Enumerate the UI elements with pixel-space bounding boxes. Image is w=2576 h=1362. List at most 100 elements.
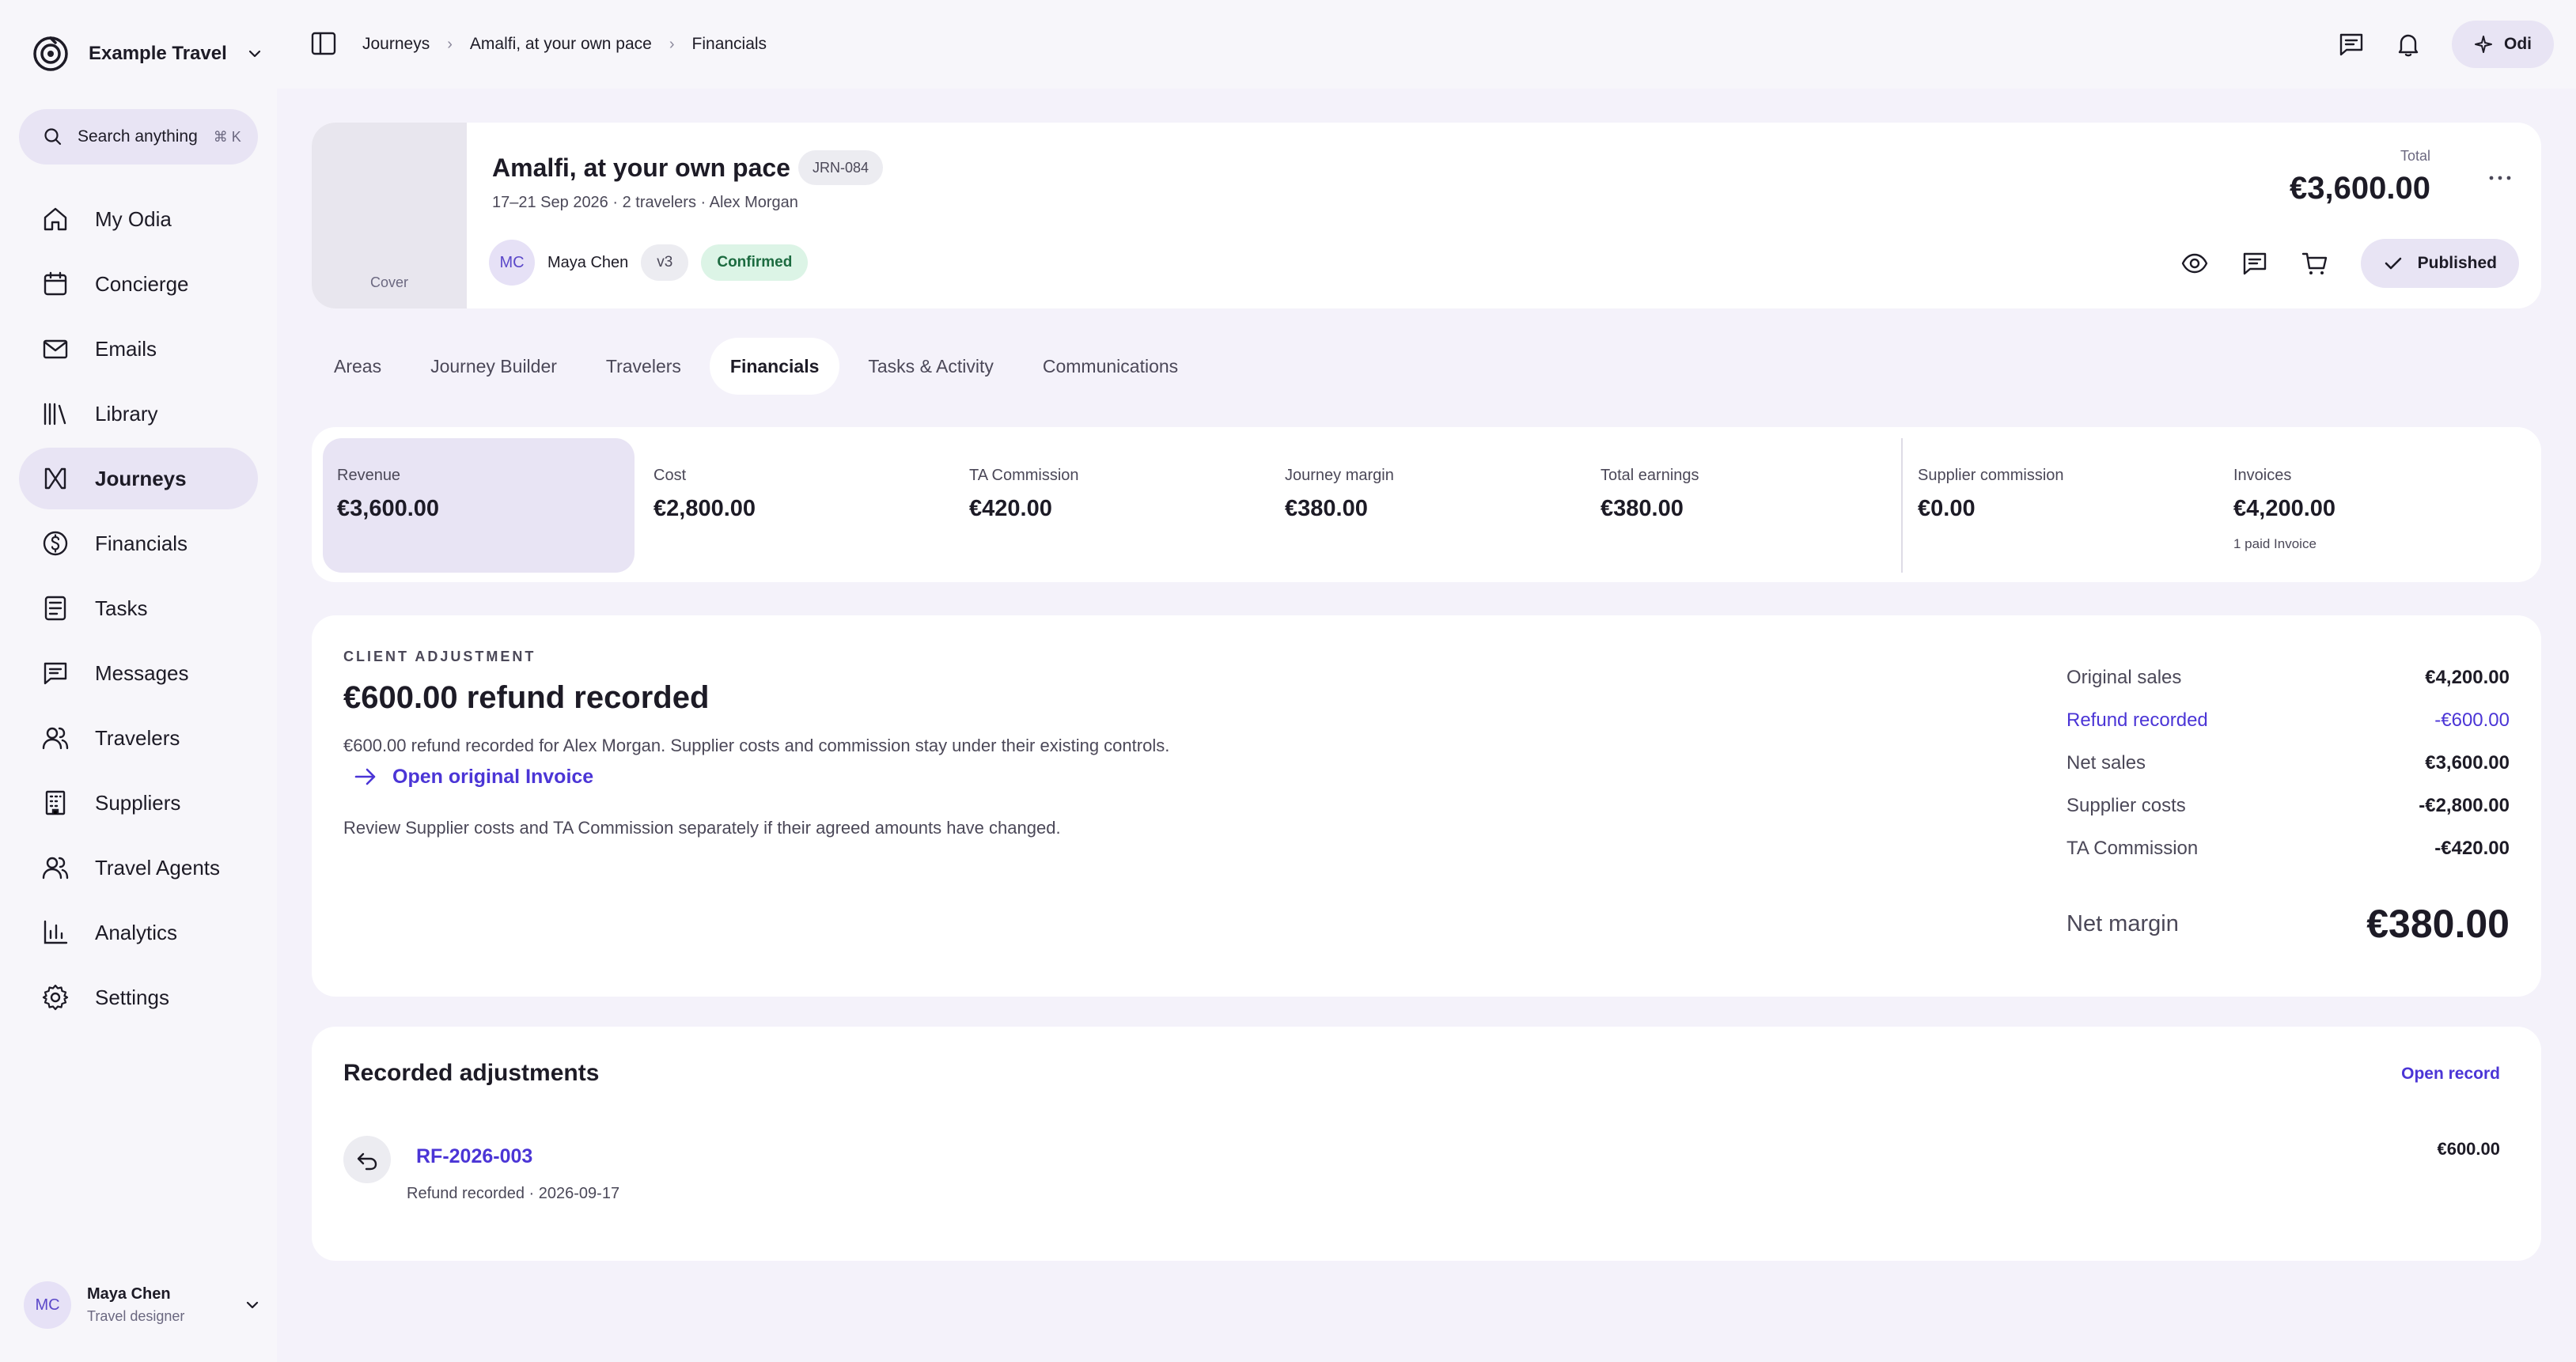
chevron-down-icon <box>248 50 260 58</box>
bell-icon[interactable] <box>2395 31 2422 58</box>
user-menu[interactable]: MC Maya Chen Travel designer <box>24 1277 261 1333</box>
record-meta: Refund recorded · 2026-09-17 <box>407 1185 620 1202</box>
summary-value: -€600.00 <box>2434 709 2510 731</box>
eye-icon[interactable] <box>2180 249 2209 278</box>
total-block: Total €3,600.00 <box>2290 148 2430 206</box>
record-amount: €600.00 <box>2437 1139 2500 1159</box>
summary-value: -€2,800.00 <box>2419 795 2510 816</box>
section-title: Recorded adjustments <box>343 1060 600 1086</box>
sidebar-toggle-icon[interactable] <box>310 30 337 57</box>
more-options-icon[interactable] <box>2484 168 2516 187</box>
sidebar-nav: My Odia Concierge Emails Library Journey… <box>19 188 258 1031</box>
journey-tabs: Areas Journey Builder Travelers Financia… <box>313 338 1207 395</box>
metric-total-earnings[interactable]: Total earnings €380.00 <box>1586 438 1898 573</box>
metric-journey-margin[interactable]: Journey margin €380.00 <box>1271 438 1582 573</box>
summary-row-ta-commission: TA Commission -€420.00 <box>2066 827 2510 870</box>
total-value: €3,600.00 <box>2290 171 2430 206</box>
tab-journey-builder[interactable]: Journey Builder <box>410 338 578 395</box>
summary-row-net-sales: Net sales €3,600.00 <box>2066 742 2510 785</box>
sidebar-item-suppliers[interactable]: Suppliers <box>19 772 258 834</box>
summary-row-refund-recorded: Refund recorded -€600.00 <box>2066 699 2510 742</box>
tab-financials[interactable]: Financials <box>709 338 840 395</box>
record-id-link[interactable]: RF-2026-003 <box>416 1145 532 1168</box>
gear-icon <box>42 984 69 1011</box>
breadcrumb-item-current: Financials <box>691 35 767 53</box>
message-icon[interactable] <box>2241 249 2269 278</box>
breadcrumb: Journeys › Amalfi, at your own pace › Fi… <box>362 32 767 57</box>
sidebar-item-concierge[interactable]: Concierge <box>19 253 258 315</box>
cart-icon[interactable] <box>2301 249 2329 278</box>
sidebar-item-label: Settings <box>95 985 169 1009</box>
workspace-switcher[interactable]: Example Travel <box>32 32 263 76</box>
tab-communications[interactable]: Communications <box>1022 338 1199 395</box>
metric-ta-commission[interactable]: TA Commission €420.00 <box>955 438 1267 573</box>
chevron-right-icon: › <box>447 35 453 53</box>
metric-value: €420.00 <box>969 496 1052 521</box>
tab-areas[interactable]: Areas <box>313 338 402 395</box>
sidebar-item-analytics[interactable]: Analytics <box>19 902 258 963</box>
assistant-button[interactable]: Odi <box>2452 21 2554 68</box>
tab-travelers[interactable]: Travelers <box>585 338 702 395</box>
financial-metrics: Revenue €3,600.00 Cost €2,800.00 TA Comm… <box>312 427 2541 582</box>
cover-image[interactable]: Cover <box>312 123 467 308</box>
search-button[interactable]: Search anything ⌘ K <box>19 109 258 165</box>
open-record-link[interactable]: Open record <box>2401 1065 2500 1084</box>
recorded-adjustments-card: Recorded adjustments Open record RF-2026… <box>312 1027 2541 1261</box>
undo-arrow-icon <box>357 1152 377 1171</box>
breadcrumb-item-journey[interactable]: Amalfi, at your own pace <box>470 35 652 54</box>
message-icon[interactable] <box>2338 31 2365 58</box>
section-eyebrow: CLIENT ADJUSTMENT <box>343 649 536 664</box>
journey-code-badge: JRN-084 <box>797 150 883 185</box>
tab-tasks-activity[interactable]: Tasks & Activity <box>847 338 1013 395</box>
sidebar-item-library[interactable]: Library <box>19 383 258 445</box>
sidebar-item-financials[interactable]: Financials <box>19 513 258 574</box>
sidebar-item-emails[interactable]: Emails <box>19 318 258 380</box>
metric-revenue[interactable]: Revenue €3,600.00 <box>323 438 635 573</box>
metrics-divider <box>1901 438 1903 573</box>
metric-label: Invoices <box>2233 467 2292 484</box>
chevron-down-icon <box>246 1301 259 1309</box>
sidebar-item-label: Library <box>95 401 158 426</box>
sidebar-item-label: Suppliers <box>95 790 181 815</box>
published-button[interactable]: Published <box>2360 239 2519 288</box>
metric-label: Cost <box>653 467 687 484</box>
library-icon <box>44 403 66 426</box>
metric-invoices[interactable]: Invoices €4,200.00 1 paid Invoice <box>2219 438 2531 573</box>
total-label: Total <box>2400 148 2430 164</box>
sidebar-item-settings[interactable]: Settings <box>19 967 258 1028</box>
top-actions: Odi <box>2338 21 2554 68</box>
summary-row-supplier-costs: Supplier costs -€2,800.00 <box>2066 785 2510 827</box>
journey-header: Cover Amalfi, at your own pace JRN-084 1… <box>312 123 2541 308</box>
summary-label: Net sales <box>2066 752 2146 774</box>
summary-label: Supplier costs <box>2066 795 2186 816</box>
refund-icon-badge <box>343 1136 391 1183</box>
brand-logo-icon <box>33 36 68 71</box>
metric-value: €0.00 <box>1918 496 1976 521</box>
users-icon <box>42 857 69 880</box>
summary-row-original-sales: Original sales €4,200.00 <box>2066 656 2510 699</box>
adjustment-summary: Original sales €4,200.00 Refund recorded… <box>2066 656 2510 948</box>
version-badge[interactable]: v3 <box>641 244 689 281</box>
mail-icon <box>43 339 68 359</box>
sidebar: Example Travel Search anything ⌘ K My Od… <box>0 0 277 1362</box>
sidebar-item-label: Travelers <box>95 725 180 750</box>
published-label: Published <box>2417 254 2497 272</box>
list-item[interactable]: RF-2026-003 Refund recorded · 2026-09-17… <box>343 1136 2510 1223</box>
breadcrumb-item-journeys[interactable]: Journeys <box>362 35 430 54</box>
sidebar-item-tasks[interactable]: Tasks <box>19 577 258 639</box>
user-name: Maya Chen <box>87 1285 171 1303</box>
sidebar-item-journeys[interactable]: Journeys <box>19 448 258 509</box>
dollar-circle-icon <box>43 531 68 556</box>
summary-row-net-margin: Net margin €380.00 <box>2066 900 2510 948</box>
metric-cost[interactable]: Cost €2,800.00 <box>639 438 951 573</box>
sidebar-item-label: Emails <box>95 336 157 361</box>
sidebar-item-my-odia[interactable]: My Odia <box>19 188 258 250</box>
sidebar-item-travel-agents[interactable]: Travel Agents <box>19 837 258 899</box>
status-badge: Confirmed <box>701 244 809 281</box>
open-invoice-link[interactable]: Open original Invoice <box>353 764 593 789</box>
metric-supplier-commission[interactable]: Supplier commission €0.00 <box>1904 438 2215 573</box>
metric-subtext: 1 paid Invoice <box>2233 536 2317 551</box>
sidebar-item-messages[interactable]: Messages <box>19 642 258 704</box>
sidebar-item-travelers[interactable]: Travelers <box>19 707 258 769</box>
metric-value: €380.00 <box>1285 496 1368 521</box>
